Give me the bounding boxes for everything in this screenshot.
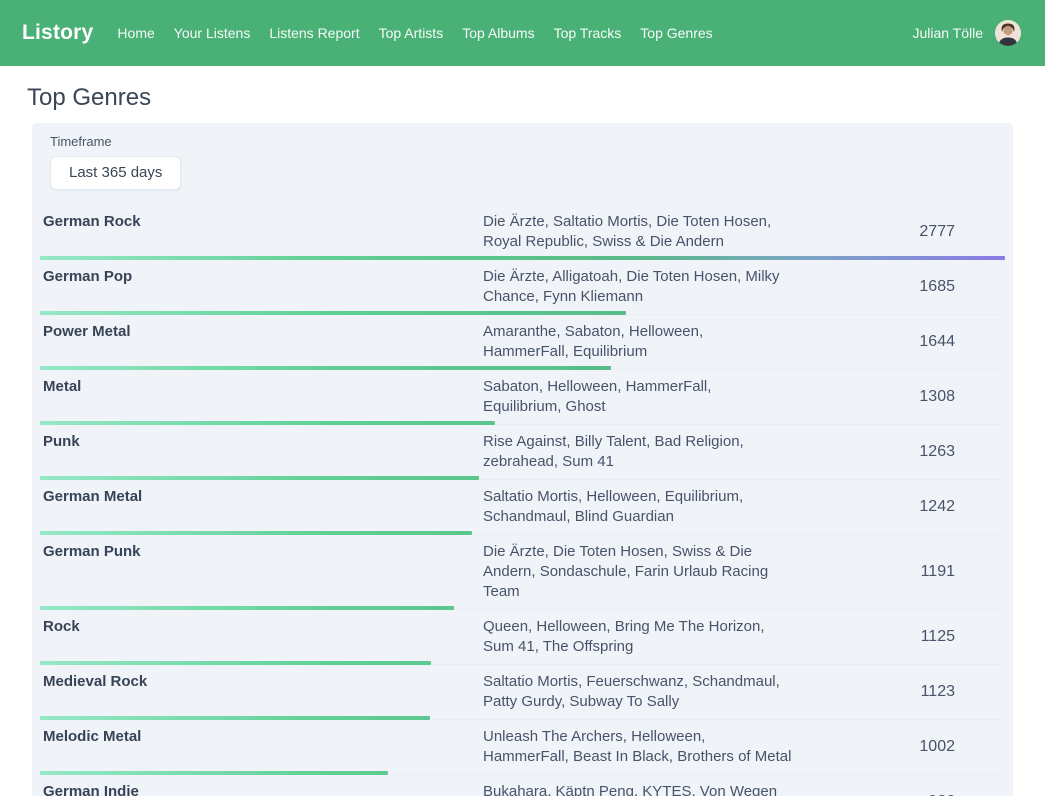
genre-row: German MetalSaltatio Mortis, Helloween, …	[40, 480, 1005, 535]
nav-item-top-albums[interactable]: Top Albums	[462, 25, 534, 41]
genre-row: German RockDie Ärzte, Saltatio Mortis, D…	[40, 205, 1005, 260]
genre-count: 1123	[793, 683, 1005, 701]
timeframe-label: Timeframe	[50, 134, 1005, 149]
nav-item-listens-report[interactable]: Listens Report	[269, 25, 359, 41]
avatar-photo	[995, 20, 1021, 46]
genres-table: German RockDie Ärzte, Saltatio Mortis, D…	[40, 205, 1005, 796]
nav-item-top-artists[interactable]: Top Artists	[379, 25, 444, 41]
genre-name: Metal	[40, 377, 483, 397]
genre-name: Melodic Metal	[40, 727, 483, 747]
genre-name: German Pop	[40, 267, 483, 287]
genre-row: German PunkDie Ärzte, Die Toten Hosen, S…	[40, 535, 1005, 610]
nav-item-your-listens[interactable]: Your Listens	[174, 25, 251, 41]
genre-row: Melodic MetalUnleash The Archers, Hellow…	[40, 720, 1005, 775]
genre-count: 2777	[793, 223, 1005, 241]
genre-artists: Unleash The Archers, Helloween, HammerFa…	[483, 727, 793, 767]
genre-count: 1644	[793, 333, 1005, 351]
nav-item-top-tracks[interactable]: Top Tracks	[554, 25, 622, 41]
genre-artists: Saltatio Mortis, Feuerschwanz, Schandmau…	[483, 672, 793, 712]
genre-name: German Indie	[40, 782, 483, 796]
genre-row: German PopDie Ärzte, Alligatoah, Die Tot…	[40, 260, 1005, 315]
genre-count: 1308	[793, 388, 1005, 406]
genre-artists: Rise Against, Billy Talent, Bad Religion…	[483, 432, 793, 472]
genre-row: RockQueen, Helloween, Bring Me The Horiz…	[40, 610, 1005, 665]
genre-name: Power Metal	[40, 322, 483, 342]
page-title: Top Genres	[27, 84, 1045, 112]
genre-name: Medieval Rock	[40, 672, 483, 692]
user-name: Julian Tölle	[912, 25, 983, 41]
genre-count: 1242	[793, 498, 1005, 516]
genre-count: 1125	[793, 628, 1005, 646]
genre-artists: Bukahara, Käptn Peng, KYTES, Von Wegen L…	[483, 782, 793, 796]
timeframe-field: Timeframe Last 365 days	[40, 123, 1005, 190]
genre-artists: Saltatio Mortis, Helloween, Equilibrium,…	[483, 487, 793, 527]
genre-row: German IndieBukahara, Käptn Peng, KYTES,…	[40, 775, 1005, 796]
timeframe-select[interactable]: Last 365 days	[50, 156, 181, 190]
top-genres-card: Timeframe Last 365 days German RockDie Ä…	[32, 123, 1013, 796]
genre-artists: Queen, Helloween, Bring Me The Horizon, …	[483, 617, 793, 657]
genre-count: 1002	[793, 738, 1005, 756]
nav-links: Home Your Listens Listens Report Top Art…	[117, 25, 712, 41]
navbar: Listory Home Your Listens Listens Report…	[0, 0, 1045, 66]
genre-name: Rock	[40, 617, 483, 637]
genre-row: Medieval RockSaltatio Mortis, Feuerschwa…	[40, 665, 1005, 720]
genre-name: German Metal	[40, 487, 483, 507]
genre-artists: Amaranthe, Sabaton, Helloween, HammerFal…	[483, 322, 793, 362]
genre-name: Punk	[40, 432, 483, 452]
navbar-user-area: Julian Tölle	[912, 20, 1021, 46]
genre-count: 1685	[793, 278, 1005, 296]
genre-row: MetalSabaton, Helloween, HammerFall, Equ…	[40, 370, 1005, 425]
nav-item-top-genres[interactable]: Top Genres	[640, 25, 712, 41]
nav-item-home[interactable]: Home	[117, 25, 154, 41]
genre-artists: Die Ärzte, Die Toten Hosen, Swiss & Die …	[483, 542, 793, 602]
genre-artists: Die Ärzte, Saltatio Mortis, Die Toten Ho…	[483, 212, 793, 252]
genre-name: German Rock	[40, 212, 483, 232]
genre-artists: Sabaton, Helloween, HammerFall, Equilibr…	[483, 377, 793, 417]
genre-artists: Die Ärzte, Alligatoah, Die Toten Hosen, …	[483, 267, 793, 307]
genre-row: PunkRise Against, Billy Talent, Bad Reli…	[40, 425, 1005, 480]
main-content: Top Genres Timeframe Last 365 days Germa…	[0, 84, 1045, 796]
user-avatar[interactable]	[995, 20, 1021, 46]
genre-name: German Punk	[40, 542, 483, 562]
genre-row: Power MetalAmaranthe, Sabaton, Helloween…	[40, 315, 1005, 370]
app-logo[interactable]: Listory	[22, 21, 93, 45]
genre-count: 1263	[793, 443, 1005, 461]
genre-count: 1191	[793, 563, 1005, 581]
